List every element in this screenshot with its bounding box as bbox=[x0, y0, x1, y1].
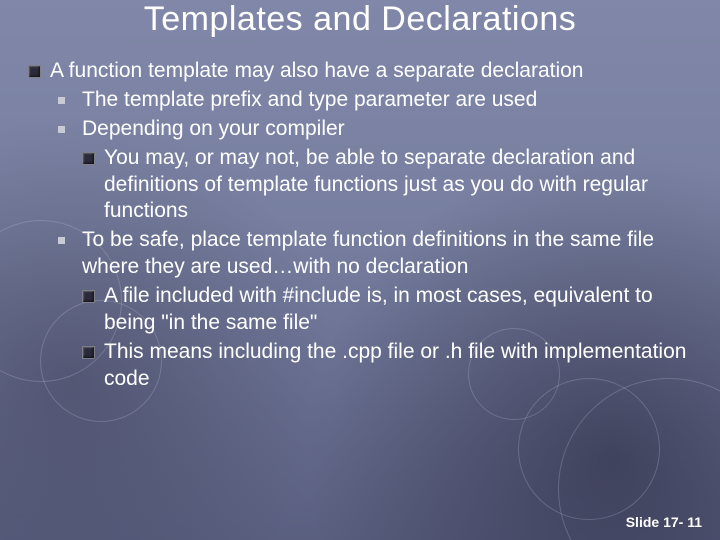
bullet-level2: To be safe, place template function defi… bbox=[58, 227, 700, 281]
slide-body: A function template may also have a sepa… bbox=[28, 58, 700, 395]
bullet-level3: This means including the .cpp file or .h… bbox=[82, 339, 700, 393]
slide-title: Templates and Declarations bbox=[0, 0, 720, 39]
bullet-level3: You may, or may not, be able to separate… bbox=[82, 145, 700, 226]
slide-number: Slide 17- 11 bbox=[626, 514, 702, 530]
slide: Templates and Declarations A function te… bbox=[0, 0, 720, 540]
bullet-level2: The template prefix and type parameter a… bbox=[58, 87, 700, 114]
bullet-level1: A function template may also have a sepa… bbox=[28, 58, 700, 85]
bullet-level3: A file included with #include is, in mos… bbox=[82, 283, 700, 337]
bullet-level2: Depending on your compiler bbox=[58, 116, 700, 143]
